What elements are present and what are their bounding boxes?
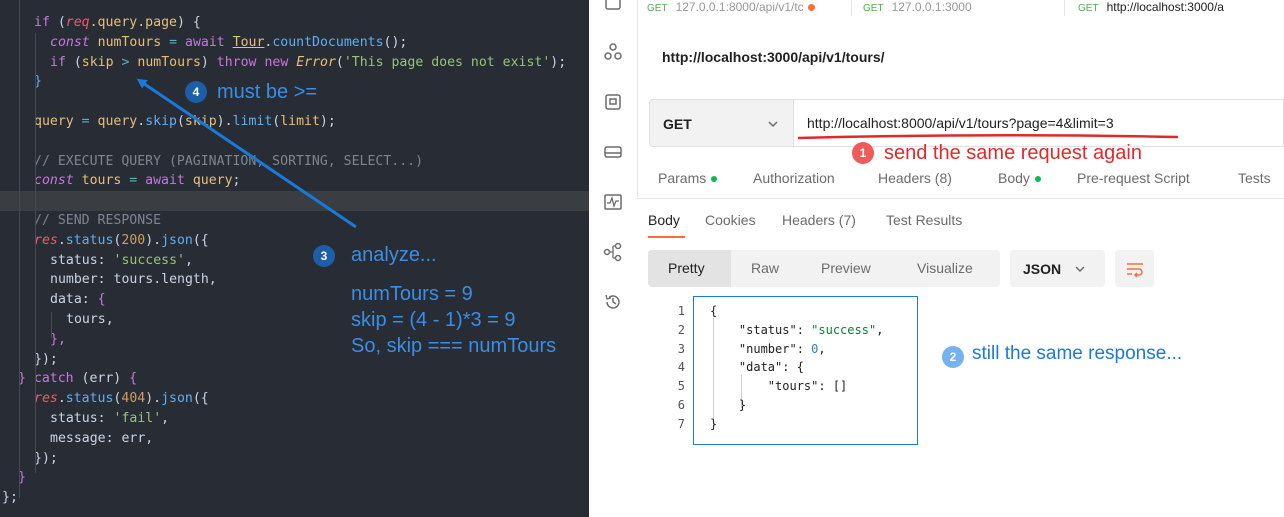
annotation-overlay [136,78,1179,229]
url-underline-annotation [797,133,1179,140]
annotation-2-badge: 2 [942,346,964,368]
annotation-3-line-2: skip = (4 - 1)*3 = 9 [351,309,516,331]
annotation-2-text: still the same response... [972,343,1183,364]
annotation-3-line-1: numTours = 9 [351,283,473,305]
annotation-3-line-3: So, skip === numTours [351,335,557,357]
annotation-4-text: must be >= [217,81,318,103]
annotation-3-text: analyze... [351,244,437,266]
annotation-3-badge: 3 [313,245,335,267]
annotation-1-badge: 1 [852,142,874,164]
annotation-4-badge: 4 [185,81,207,103]
annotation-1-text: send the same request again [884,142,1142,164]
